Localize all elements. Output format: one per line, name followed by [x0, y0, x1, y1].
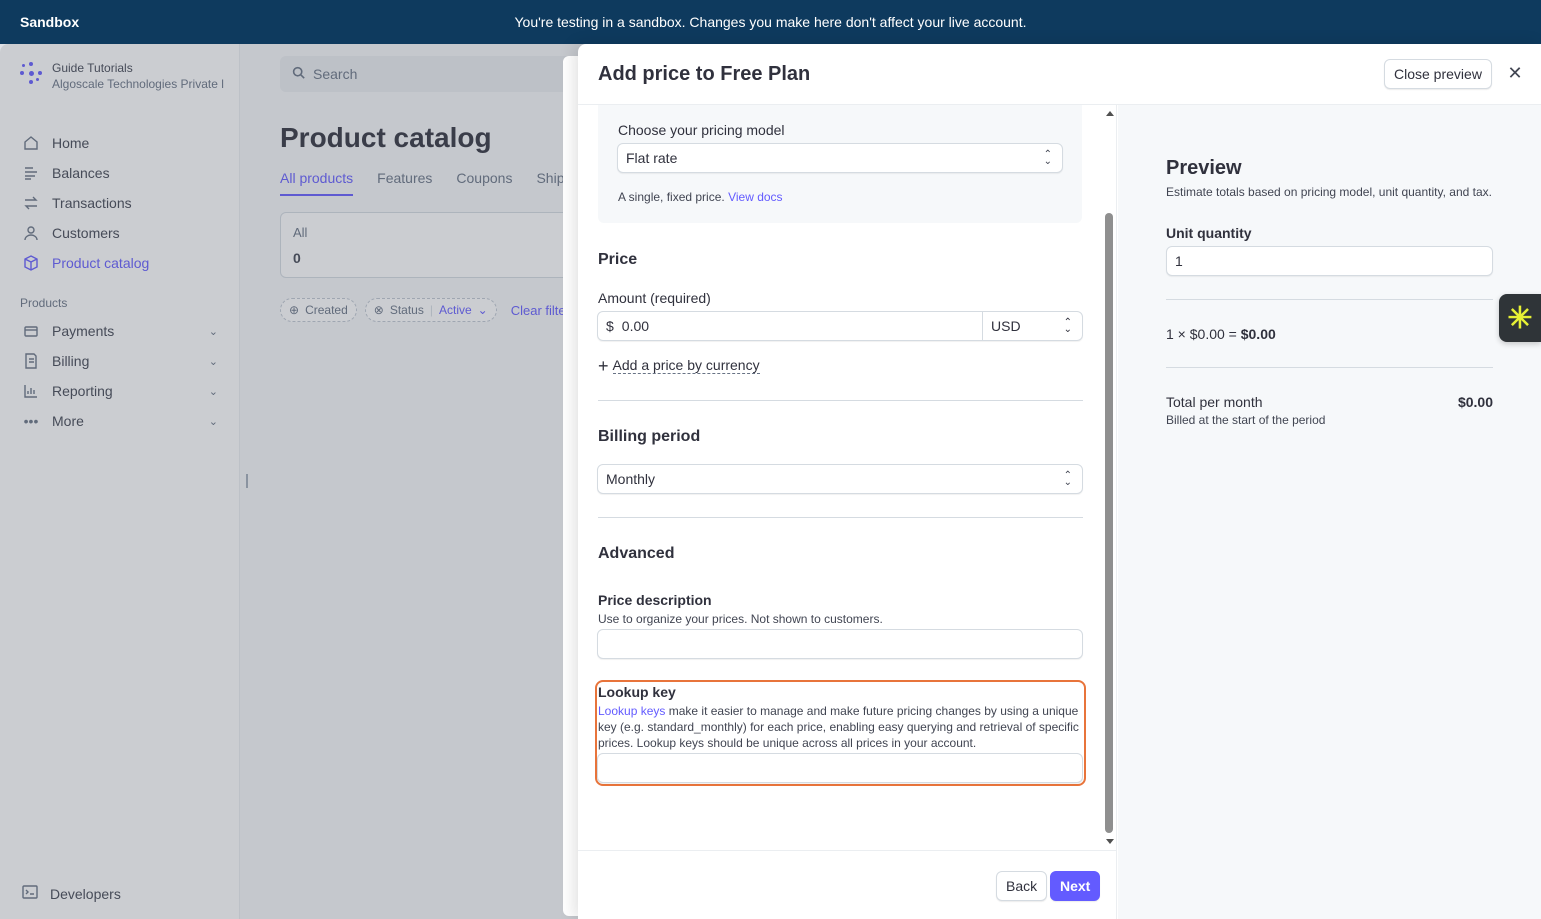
price-heading: Price	[598, 251, 638, 268]
price-description-help: Use to organize your prices. Not shown t…	[598, 612, 883, 626]
plus-icon: +	[598, 355, 609, 376]
drawer-header: Add price to Free Plan Close preview ✕	[578, 44, 1541, 105]
lookup-key-help: Lookup keys make it easier to manage and…	[598, 703, 1082, 751]
billing-period-heading: Billing period	[598, 428, 701, 445]
currency-symbol: $	[606, 318, 614, 334]
preview-panel: Preview Estimate totals based on pricing…	[1118, 105, 1541, 919]
next-button[interactable]: Next	[1050, 871, 1101, 901]
billing-period-select[interactable]: Monthly ⌃ ⌄	[597, 464, 1083, 494]
amount-field: $ 0.00 USD ⌃ ⌄	[597, 311, 1083, 341]
calculation-total: $0.00	[1240, 326, 1276, 342]
scrollbar[interactable]	[1101, 105, 1116, 850]
unit-quantity-input[interactable]	[1166, 246, 1493, 276]
close-icon[interactable]: ✕	[1504, 62, 1526, 84]
price-description-label: Price description	[598, 592, 712, 608]
preview-title: Preview	[1166, 157, 1242, 179]
close-preview-button[interactable]: Close preview	[1384, 59, 1492, 89]
preview-subtitle: Estimate totals based on pricing model, …	[1166, 185, 1492, 199]
amount-value: 0.00	[621, 318, 650, 334]
lookup-key-help-text: make it easier to manage and make future…	[598, 704, 1079, 750]
total-per-month-label: Total per month	[1166, 394, 1263, 410]
price-description-input[interactable]	[597, 629, 1083, 659]
price-form: Choose your pricing model Flat rate ⌃ ⌄ A…	[578, 105, 1117, 850]
drawer-footer: Back Next	[578, 850, 1117, 919]
assistant-launcher-icon[interactable]: ✳	[1499, 294, 1541, 342]
pricing-model-help: A single, fixed price. View docs	[618, 189, 783, 205]
currency-select[interactable]: USD ⌃ ⌄	[983, 312, 1082, 340]
pricing-model-label: Choose your pricing model	[618, 122, 785, 138]
price-calculation: 1 × $0.00 = $0.00	[1166, 326, 1276, 342]
add-currency-label: Add a price by currency	[612, 357, 760, 374]
calculation-expression: 1 × $0.00 =	[1166, 326, 1241, 342]
scroll-up-arrow-icon[interactable]	[1106, 111, 1114, 116]
pricing-model-help-text: A single, fixed price.	[618, 190, 725, 204]
add-price-drawer: Add price to Free Plan Close preview ✕ C…	[578, 44, 1541, 919]
select-arrows-icon: ⌃ ⌄	[1063, 470, 1072, 488]
sandbox-message: You're testing in a sandbox. Changes you…	[514, 14, 1027, 30]
divider	[598, 517, 1083, 518]
total-per-month-value: $0.00	[1457, 394, 1493, 410]
view-docs-link[interactable]: View docs	[728, 190, 782, 204]
lookup-key-input[interactable]	[597, 753, 1083, 783]
divider	[1166, 367, 1493, 368]
unit-quantity-label: Unit quantity	[1166, 225, 1252, 241]
drawer-title: Add price to Free Plan	[598, 63, 811, 85]
lookup-key-label: Lookup key	[598, 684, 676, 700]
add-price-by-currency-link[interactable]: + Add a price by currency	[598, 355, 760, 376]
scroll-down-arrow-icon[interactable]	[1106, 839, 1114, 844]
amount-label: Amount (required)	[598, 290, 711, 306]
lookup-keys-link[interactable]: Lookup keys	[598, 704, 665, 718]
back-button[interactable]: Back	[996, 871, 1048, 901]
advanced-heading: Advanced	[598, 545, 675, 562]
sandbox-banner: Sandbox You're testing in a sandbox. Cha…	[0, 0, 1541, 44]
select-arrows-icon: ⌃ ⌄	[1063, 317, 1072, 335]
select-arrows-icon: ⌃ ⌄	[1043, 149, 1052, 167]
pricing-model-select[interactable]: Flat rate ⌃ ⌄	[617, 143, 1063, 173]
billing-period-value: Monthly	[606, 471, 656, 487]
scroll-thumb[interactable]	[1105, 213, 1113, 833]
divider	[598, 400, 1083, 401]
pricing-model-box: Choose your pricing model Flat rate ⌃ ⌄ A…	[598, 105, 1082, 223]
currency-value: USD	[991, 318, 1021, 334]
billed-note: Billed at the start of the period	[1166, 413, 1326, 427]
divider	[1166, 299, 1493, 300]
amount-input[interactable]: $ 0.00	[598, 312, 983, 340]
pricing-model-value: Flat rate	[626, 150, 678, 166]
